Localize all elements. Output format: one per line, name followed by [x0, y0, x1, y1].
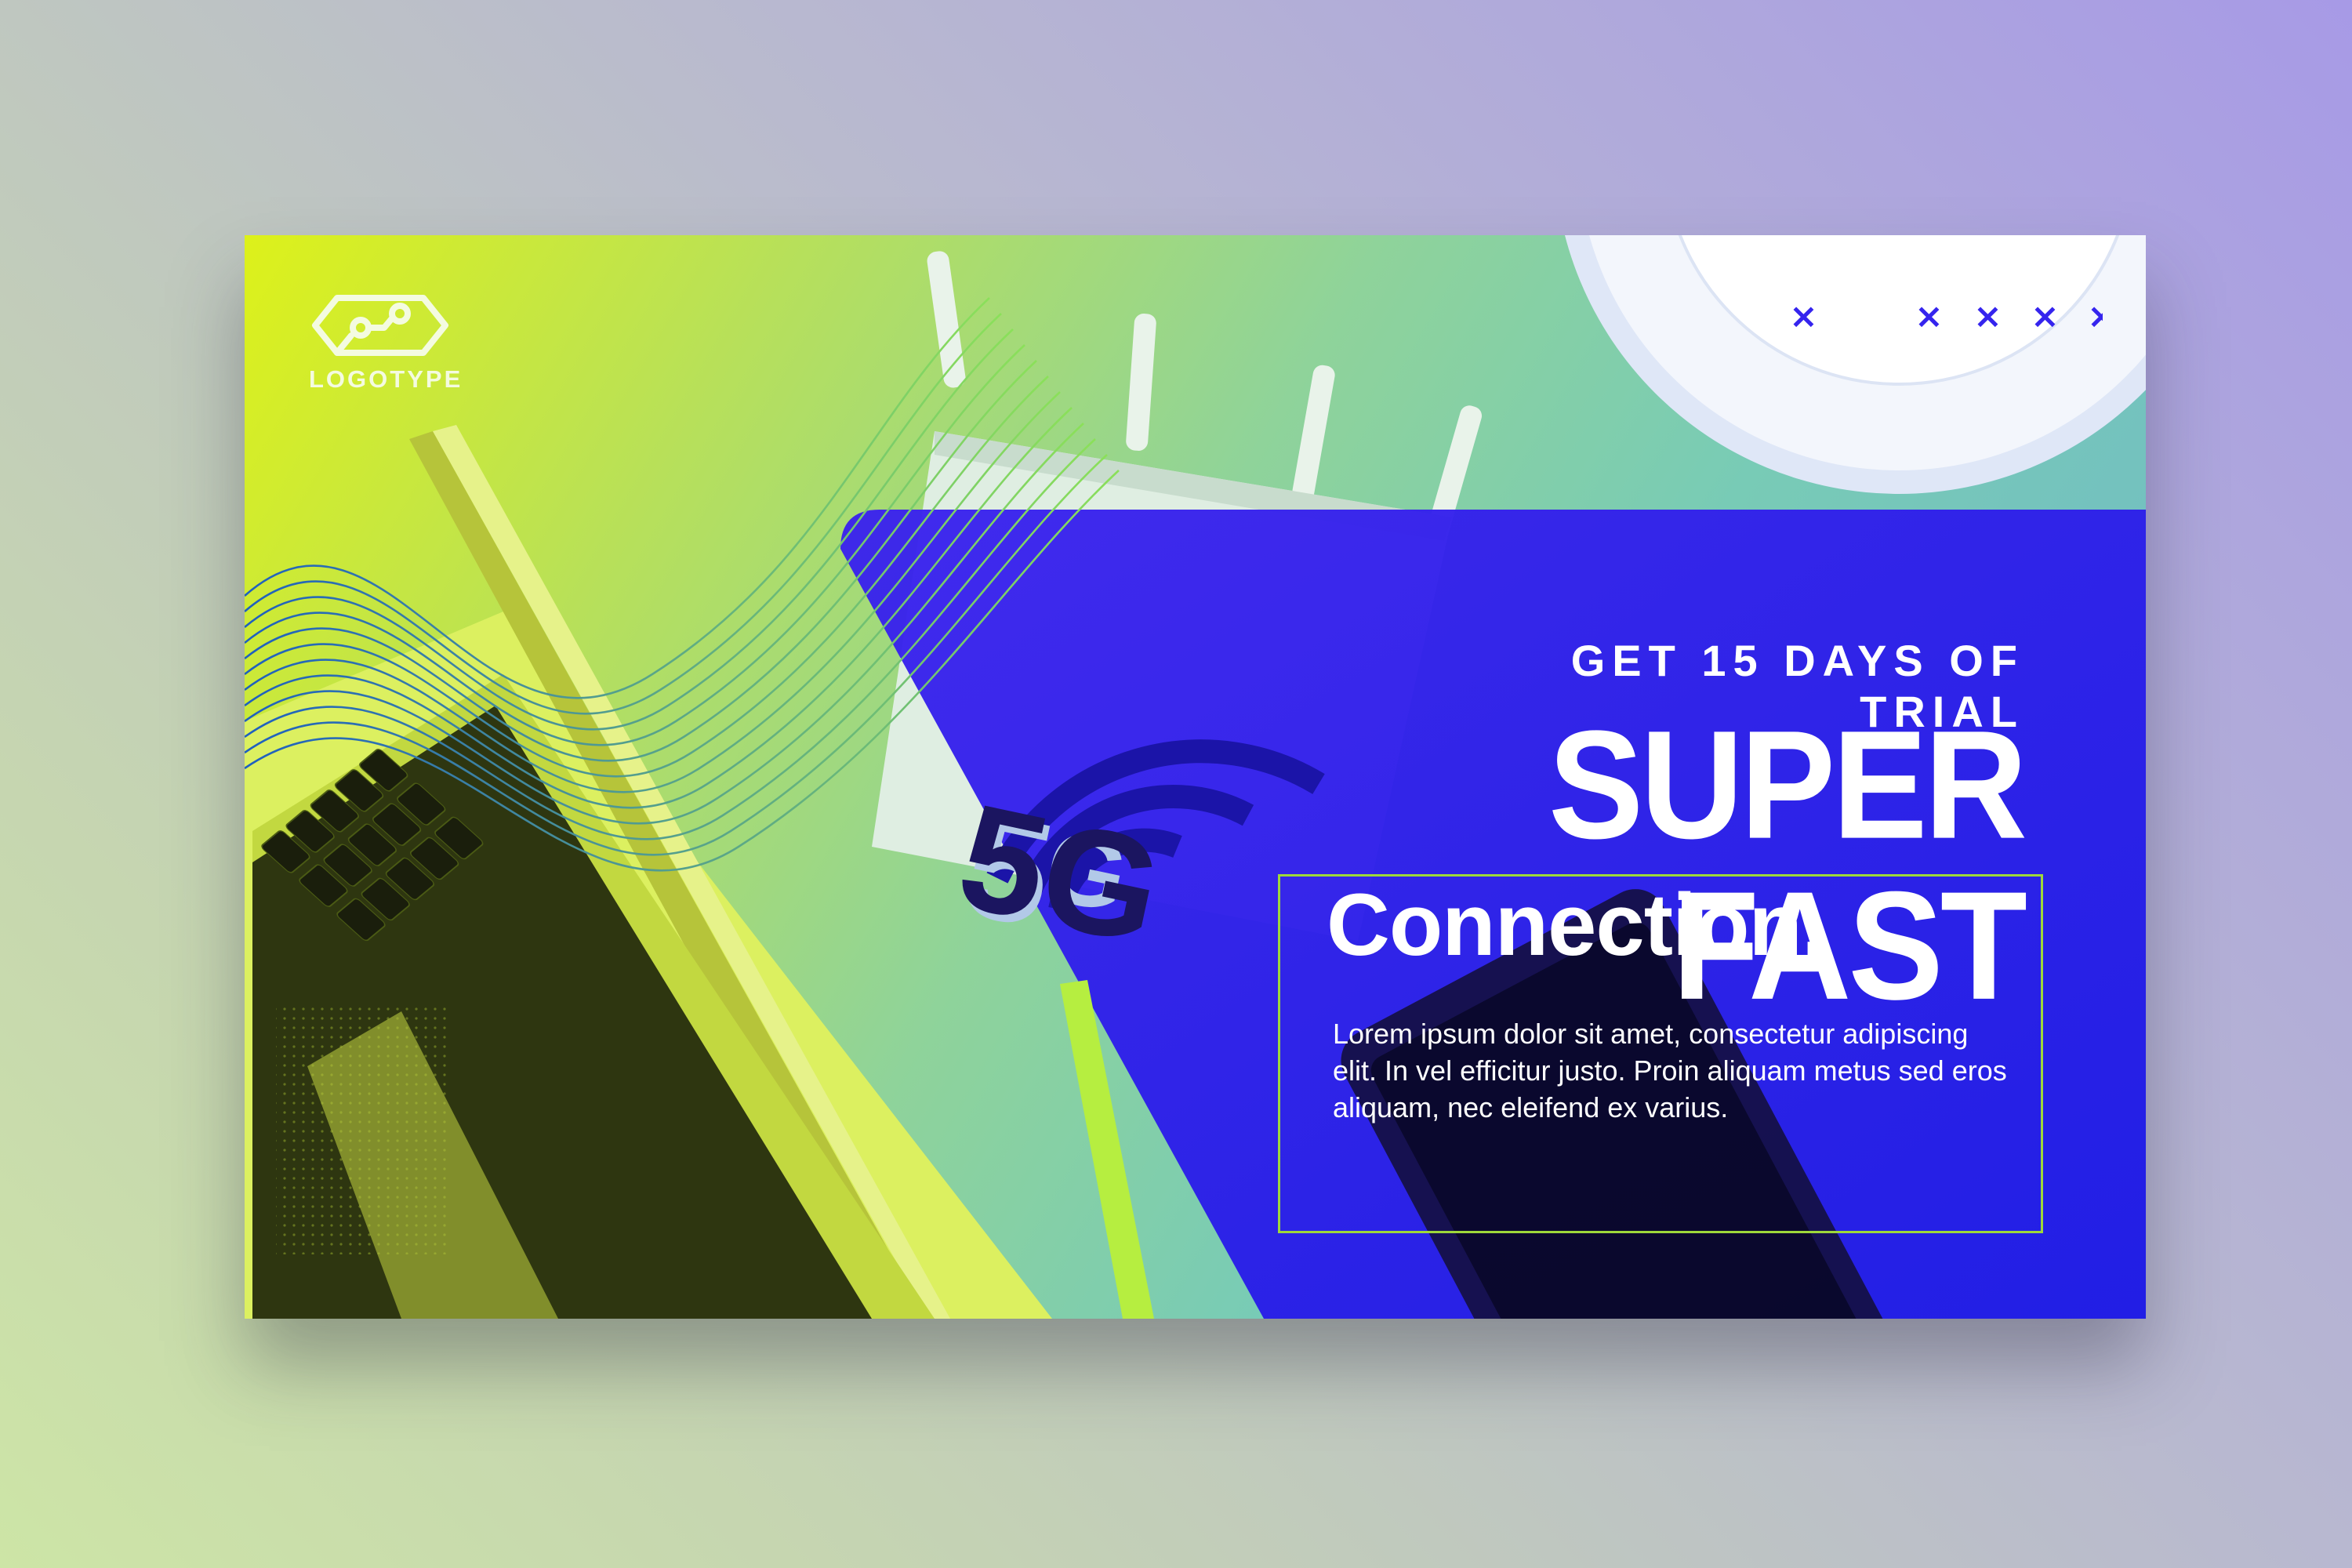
- subheadline: Connection.: [1327, 876, 1826, 974]
- headline: SUPER FAST: [1548, 698, 2027, 1032]
- x-mark: ×: [1789, 296, 1818, 336]
- x-mark: ×: [2031, 296, 2060, 336]
- speaker-device: [1565, 235, 2146, 494]
- promo-banner: 5 G 5G LOGOTYPE × × × × × GET 15 DAYS OF…: [245, 235, 2146, 1319]
- body-text: Lorem ipsum dolor sit amet, consectetur …: [1333, 1018, 2007, 1123]
- x-mark: ×: [2087, 296, 2103, 336]
- x-mark: ×: [1915, 296, 1944, 336]
- x-marks: × × × × ×: [1789, 296, 2103, 336]
- x-mark: ×: [1973, 296, 2002, 336]
- logo-text: LOGOTYPE: [309, 365, 463, 393]
